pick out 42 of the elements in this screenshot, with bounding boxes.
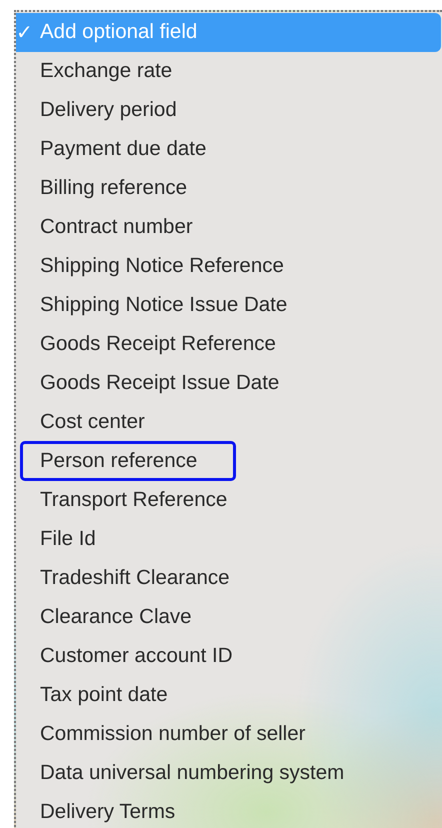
menu-item[interactable]: Exchange rate (16, 52, 442, 91)
menu-item[interactable]: Shipping Notice Reference (16, 246, 442, 286)
menu-item[interactable]: Tax point date (16, 675, 442, 714)
item-label: Billing reference (40, 176, 187, 200)
menu-item[interactable]: Commission number of seller (16, 714, 442, 754)
menu-item[interactable]: Cost center (16, 402, 442, 442)
menu-item[interactable]: Contract number (16, 208, 442, 247)
menu-item[interactable]: Data universal numbering system (16, 753, 442, 792)
menu-item[interactable]: Payment due date (16, 130, 442, 169)
menu-item[interactable]: Goods Receipt Issue Date (16, 364, 442, 403)
menu-item[interactable]: Customer account ID (16, 636, 442, 676)
item-label: Customer account ID (40, 644, 233, 668)
item-label: Tradeshift Clearance (40, 566, 230, 590)
item-label: Shipping Notice Issue Date (40, 293, 288, 318)
item-label: Commission number of seller (40, 722, 306, 746)
menu-item[interactable]: Goods Receipt Reference (16, 324, 442, 364)
item-label: Add optional field (40, 20, 198, 44)
item-label: Tax point date (40, 682, 168, 707)
menu-item[interactable]: Delivery Terms (16, 792, 442, 828)
menu-item[interactable]: Clearance Clave (16, 597, 442, 636)
item-label: File Id (40, 526, 96, 551)
item-label: Goods Receipt Reference (40, 332, 276, 356)
highlight-frame: Person reference (23, 444, 234, 478)
item-label: Exchange rate (40, 59, 172, 84)
menu-item[interactable]: File Id (16, 519, 442, 558)
item-label: Delivery period (40, 98, 177, 122)
item-label: Delivery Terms (40, 800, 176, 824)
menu-item[interactable]: Tradeshift Clearance (16, 558, 442, 598)
menu-item[interactable]: Billing reference (16, 168, 442, 208)
item-label: Contract number (40, 215, 193, 240)
menu-item[interactable]: Person reference (16, 441, 442, 480)
menu-item[interactable]: Transport Reference (16, 480, 442, 520)
menu-item[interactable]: Shipping Notice Issue Date (16, 286, 442, 325)
item-label: Goods Receipt Issue Date (40, 371, 280, 396)
item-label: Transport Reference (40, 488, 228, 512)
item-label: Shipping Notice Reference (40, 254, 284, 278)
item-label: Data universal numbering system (40, 760, 344, 785)
check-mark: ✓ (16, 20, 33, 45)
item-label: Clearance Clave (40, 604, 192, 629)
menu-item[interactable]: Delivery period (16, 90, 442, 130)
item-label: Payment due date (40, 137, 206, 162)
item-label: Cost center (40, 410, 145, 434)
